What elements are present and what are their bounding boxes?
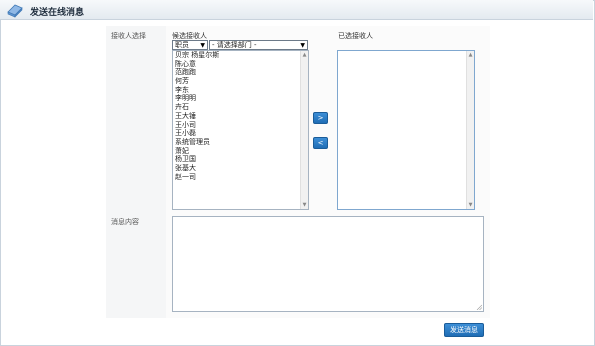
remove-recipient-button[interactable]: < xyxy=(313,137,328,149)
title-bar: 发送在线消息 xyxy=(0,0,593,20)
candidate-item[interactable]: 何芳 xyxy=(173,77,308,86)
candidate-item[interactable]: 卉石 xyxy=(173,103,308,112)
message-icon xyxy=(7,4,23,18)
dept-select[interactable]: - 请选择部门 - ▼ xyxy=(209,40,308,50)
candidate-item[interactable]: 王小司 xyxy=(173,121,308,130)
page-title: 发送在线消息 xyxy=(30,8,85,18)
scroll-up-icon[interactable]: ▲ xyxy=(301,51,308,59)
candidate-item[interactable]: 王大锤 xyxy=(173,112,308,121)
candidate-item[interactable]: 萧妃 xyxy=(173,147,308,156)
message-label: 消息内容 xyxy=(111,218,139,226)
candidate-item[interactable]: 赵一司 xyxy=(173,173,308,182)
candidate-item[interactable]: 范跑跑 xyxy=(173,68,308,77)
candidate-item[interactable]: 贝宗 杨星尔斯 xyxy=(173,51,308,60)
candidate-item[interactable]: 张基大 xyxy=(173,164,308,173)
candidates-scrollbar[interactable]: ▲ ▼ xyxy=(300,51,308,209)
candidates-items: 贝宗 杨星尔斯 陈心意 范跑跑 何芳 李东 李明明 卉石 王大锤 王小司 王小磊 系统管理员 萧妃 杨卫… xyxy=(173,51,308,181)
chevron-down-icon: ▼ xyxy=(300,42,305,49)
candidate-item[interactable]: 李明明 xyxy=(173,94,308,103)
candidate-item[interactable]: 王小磊 xyxy=(173,129,308,138)
dept-select-value: - 请选择部门 - xyxy=(212,41,257,49)
selected-label: 已选接收人 xyxy=(338,32,373,40)
recipient-label: 接收人选择 xyxy=(111,32,146,40)
candidates-list[interactable]: 贝宗 杨星尔斯 陈心意 范跑跑 何芳 李东 李明明 卉石 王大锤 王小司 王小磊 系统管理员 萧妃 杨卫… xyxy=(172,50,309,210)
type-select-value: 职员 xyxy=(175,41,189,49)
selected-scrollbar[interactable]: ▲ ▼ xyxy=(466,51,474,209)
type-select[interactable]: 职员 ▼ xyxy=(172,40,208,50)
add-recipient-button[interactable]: > xyxy=(313,112,328,124)
candidate-item[interactable]: 杨卫国 xyxy=(173,155,308,164)
scroll-down-icon[interactable]: ▼ xyxy=(467,201,474,209)
selected-list[interactable]: ▲ ▼ xyxy=(337,50,475,210)
scroll-down-icon[interactable]: ▼ xyxy=(301,201,308,209)
scroll-up-icon[interactable]: ▲ xyxy=(467,51,474,59)
resize-grip-icon[interactable] xyxy=(476,304,482,310)
message-textarea[interactable] xyxy=(172,216,484,312)
candidate-item[interactable]: 系统管理员 xyxy=(173,138,308,147)
send-message-button[interactable]: 发送消息 xyxy=(444,323,484,337)
chevron-down-icon: ▼ xyxy=(200,42,205,49)
